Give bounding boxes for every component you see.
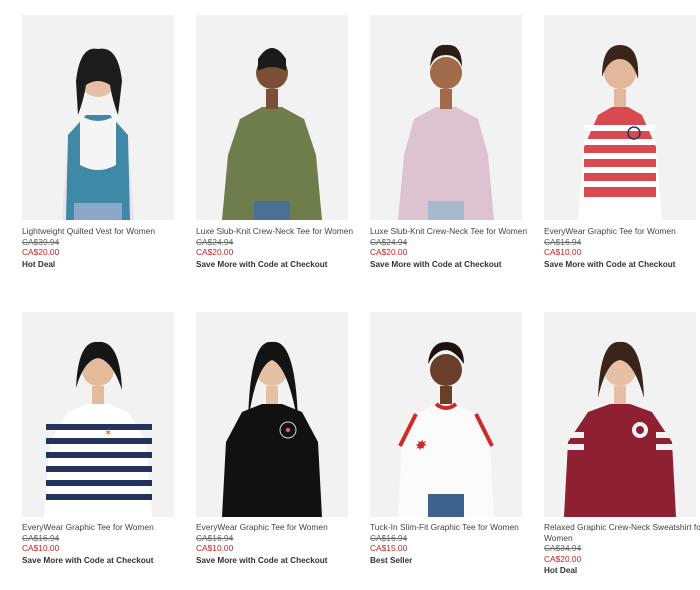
- model-illustration: [370, 15, 522, 220]
- product-badge: Save More with Code at Checkout: [196, 259, 328, 269]
- product-name[interactable]: EveryWear Graphic Tee for Women: [544, 226, 700, 237]
- svg-text:✸: ✸: [414, 439, 427, 454]
- product-image[interactable]: [196, 312, 348, 517]
- product-badge: Save More with Code at Checkout: [370, 259, 502, 269]
- product-badge: Best Seller: [370, 555, 413, 565]
- product-sale-price: CA$10.00: [22, 543, 60, 553]
- product-old-price: CA$16.94: [544, 236, 582, 247]
- product-sale-price: CA$20.00: [196, 247, 234, 257]
- model-illustration: [22, 15, 174, 220]
- product-image[interactable]: [544, 312, 696, 517]
- product-sale-price: CA$15.00: [370, 543, 408, 553]
- product-name[interactable]: Luxe Slub-Knit Crew-Neck Tee for Women: [370, 226, 530, 237]
- product-old-price: CA$39.94: [22, 236, 60, 247]
- product-image[interactable]: ✸: [370, 312, 522, 517]
- product-old-price: CA$16.94: [196, 532, 234, 543]
- product-sale-price: CA$10.00: [196, 543, 234, 553]
- svg-text:✶: ✶: [104, 428, 112, 439]
- product-grid: Lightweight Quilted Vest for Women CA$39…: [0, 0, 700, 590]
- product-image[interactable]: [22, 15, 174, 220]
- product-sale-price: CA$20.00: [22, 247, 60, 257]
- product-sale-price: CA$20.00: [544, 553, 582, 564]
- product-name[interactable]: EveryWear Graphic Tee for Women: [22, 522, 182, 533]
- product-badge: Hot Deal: [22, 259, 56, 269]
- model-illustration: [544, 15, 696, 220]
- product-old-price: CA$24.94: [370, 236, 408, 247]
- product-name[interactable]: EveryWear Graphic Tee for Women: [196, 522, 356, 533]
- product-old-price: CA$16.94: [22, 532, 60, 543]
- product-badge: Save More with Code at Checkout: [544, 259, 676, 269]
- model-illustration: [544, 312, 696, 517]
- product-badge: Save More with Code at Checkout: [196, 555, 328, 565]
- product-name[interactable]: Relaxed Graphic Crew-Neck Sweatshirt for…: [544, 522, 700, 543]
- product-name[interactable]: Lightweight Quilted Vest for Women: [22, 226, 182, 237]
- product-badge: Save More with Code at Checkout: [22, 555, 154, 565]
- product-name[interactable]: Tuck-In Slim-Fit Graphic Tee for Women: [370, 522, 530, 533]
- model-illustration: ✸: [370, 312, 522, 517]
- product-sale-price: CA$10.00: [544, 247, 582, 257]
- model-illustration: [196, 312, 348, 517]
- product-image[interactable]: [196, 15, 348, 220]
- model-illustration: ✶: [22, 312, 174, 517]
- product-badge: Hot Deal: [544, 566, 578, 575]
- product-old-price: CA$24.94: [196, 236, 234, 247]
- product-sale-price: CA$20.00: [370, 247, 408, 257]
- product-image[interactable]: ✶: [22, 312, 174, 517]
- product-image[interactable]: [370, 15, 522, 220]
- model-illustration: [196, 15, 348, 220]
- product-image[interactable]: [544, 15, 696, 220]
- product-old-price: CA$16.94: [370, 532, 408, 543]
- product-old-price: CA$34.94: [544, 543, 582, 553]
- product-name[interactable]: Luxe Slub-Knit Crew-Neck Tee for Women: [196, 226, 356, 237]
